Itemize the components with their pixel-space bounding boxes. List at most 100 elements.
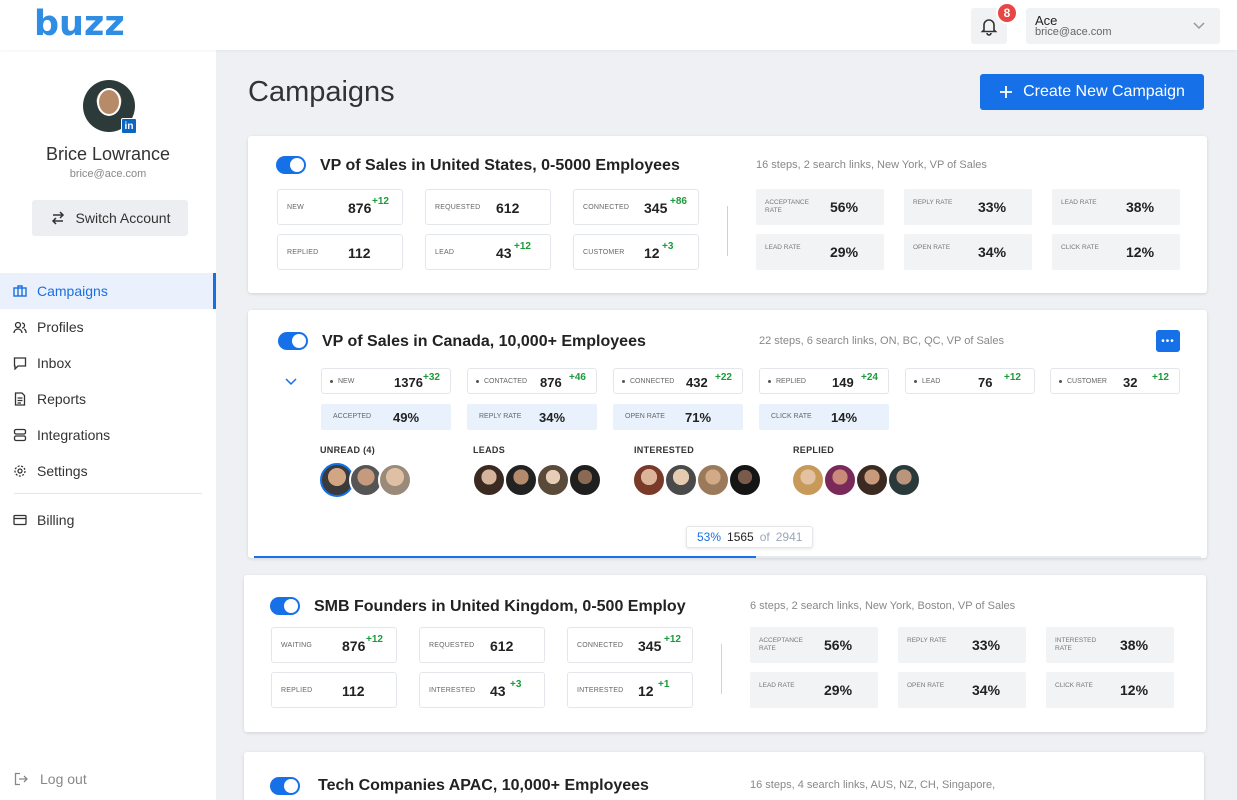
campaign-toggle[interactable] — [278, 332, 308, 350]
campaign-toggle[interactable] — [270, 597, 300, 615]
avatar[interactable] — [472, 463, 506, 497]
avatar[interactable] — [855, 463, 889, 497]
stat-requested: REQUESTED 612 — [425, 189, 551, 225]
stat-label: NEW — [338, 378, 355, 385]
stat-delta: +12 — [664, 634, 681, 645]
chevron-down-icon[interactable] — [284, 374, 298, 388]
campaign-toggle[interactable] — [270, 777, 300, 795]
sidebar-item-integrations[interactable]: Integrations — [0, 417, 216, 453]
stat-value: 12 — [644, 245, 660, 261]
campaign-title[interactable]: SMB Founders in United Kingdom, 0-500 Em… — [314, 598, 686, 616]
stat-lead: LEAD 43 +12 — [425, 234, 551, 270]
stat-delta: +46 — [569, 372, 586, 383]
campaign-meta: 16 steps, 2 search links, New York, VP o… — [756, 159, 987, 171]
rate-value: 33% — [978, 199, 1007, 215]
campaign-toggle[interactable] — [276, 156, 306, 174]
rate-open: OPEN RATE 71% — [613, 404, 743, 430]
divider — [721, 644, 722, 694]
sidebar-item-settings[interactable]: Settings — [0, 453, 216, 489]
campaign-title[interactable]: VP of Sales in Canada, 10,000+ Employees — [322, 333, 646, 351]
linkedin-icon: in — [121, 118, 137, 134]
avatar[interactable] — [728, 463, 762, 497]
stat-value: 112 — [348, 245, 371, 261]
rate-click: CLICK RATE 12% — [1052, 234, 1180, 270]
campaign-meta: 6 steps, 2 search links, New York, Bosto… — [750, 600, 1016, 612]
switch-account-button[interactable]: Switch Account — [32, 200, 188, 236]
create-campaign-button[interactable]: Create New Campaign — [980, 74, 1204, 110]
bullet — [622, 380, 625, 383]
stat-customer: CUSTOMER 32 +12 — [1050, 368, 1180, 394]
avatar[interactable] — [791, 463, 825, 497]
rate-label: REPLY RATE — [913, 199, 953, 206]
stat-label: REPLIED — [281, 687, 313, 694]
stat-delta: +12 — [366, 634, 383, 645]
account-menu[interactable]: Ace brice@ace.com — [1026, 8, 1220, 44]
account-email: brice@ace.com — [1035, 26, 1112, 38]
briefcase-icon — [13, 285, 27, 297]
sidebar-item-reports[interactable]: Reports — [0, 381, 216, 417]
rate-click: CLICK RATE 14% — [759, 404, 889, 430]
stat-label: CONNECTED — [583, 204, 630, 211]
avatar[interactable] — [664, 463, 698, 497]
stat-value: 612 — [496, 200, 520, 216]
stat-connected: CONNECTED 345 +12 — [567, 627, 693, 663]
buzz-logo[interactable]: buzz — [34, 4, 125, 44]
sidebar-item-label: Settings — [37, 463, 88, 479]
users-icon — [13, 321, 27, 334]
stat-delta: +12 — [1004, 372, 1021, 383]
rate-acceptance: ACCEPTANCE RATE 56% — [750, 627, 878, 663]
logout-icon — [14, 772, 28, 786]
avatar[interactable] — [504, 463, 538, 497]
rate-lead: LEAD RATE 38% — [1052, 189, 1180, 225]
progress-bar — [254, 556, 756, 558]
avatar[interactable] — [632, 463, 666, 497]
stat-delta: +12 — [1152, 372, 1169, 383]
stat-label: INTERESTED — [577, 687, 624, 694]
stat-lead: LEAD 76 +12 — [905, 368, 1035, 394]
stat-label: REPLIED — [287, 249, 319, 256]
avatar[interactable] — [696, 463, 730, 497]
switch-account-label: Switch Account — [75, 210, 171, 226]
plus-icon — [1000, 86, 1013, 98]
sidebar-item-campaigns[interactable]: Campaigns — [0, 273, 216, 309]
stat-label: WAITING — [281, 642, 313, 649]
campaign-card: SMB Founders in United Kingdom, 0-500 Em… — [244, 575, 1206, 732]
sidebar-item-profiles[interactable]: Profiles — [0, 309, 216, 345]
avatar[interactable] — [568, 463, 602, 497]
chat-icon — [13, 357, 27, 370]
avatar[interactable] — [823, 463, 857, 497]
user-email: brice@ace.com — [69, 168, 147, 180]
top-bar: buzz 8 Ace brice@ace.com — [0, 0, 1237, 50]
stat-delta: +1 — [658, 679, 670, 690]
campaign-meta: 16 steps, 4 search links, AUS, NZ, CH, S… — [750, 779, 996, 791]
avatar[interactable] — [536, 463, 570, 497]
rate-label: INTERESTED RATE — [1055, 637, 1097, 652]
stat-delta: +12 — [514, 241, 531, 252]
bullet — [1059, 380, 1062, 383]
campaign-title[interactable]: Tech Companies APAC, 10,000+ Employees — [318, 777, 649, 795]
sidebar-item-inbox[interactable]: Inbox — [0, 345, 216, 381]
sidebar-item-billing[interactable]: Billing — [0, 502, 216, 538]
avatar[interactable] — [887, 463, 921, 497]
rate-reply: REPLY RATE 33% — [904, 189, 1032, 225]
rate-value: 14% — [831, 410, 858, 425]
rate-label: LEAD RATE — [759, 682, 795, 689]
stat-new: NEW 1376 +32 — [321, 368, 451, 394]
rate-label: CLICK RATE — [1061, 244, 1099, 251]
stat-requested: REQUESTED 612 — [419, 627, 545, 663]
sidebar-nav: Campaigns Profiles Inbox Reports Integra… — [0, 273, 216, 538]
logout-button[interactable]: Log out — [14, 771, 87, 787]
stat-delta: +24 — [861, 372, 878, 383]
stat-value: 876 — [540, 375, 562, 390]
rate-value: 33% — [972, 637, 1001, 653]
rate-value: 56% — [830, 199, 859, 215]
stat-replied: REPLIED 149 +24 — [759, 368, 889, 394]
rate-label: OPEN RATE — [913, 244, 951, 251]
stat-label: CUSTOMER — [1067, 378, 1107, 385]
rate-label: LEAD RATE — [765, 244, 801, 251]
credit-card-icon — [13, 514, 27, 526]
avatar[interactable] — [378, 463, 412, 497]
campaign-title[interactable]: VP of Sales in United States, 0-5000 Emp… — [320, 157, 680, 175]
rate-lead: LEAD RATE 29% — [756, 234, 884, 270]
more-options-button[interactable]: ••• — [1156, 330, 1180, 352]
